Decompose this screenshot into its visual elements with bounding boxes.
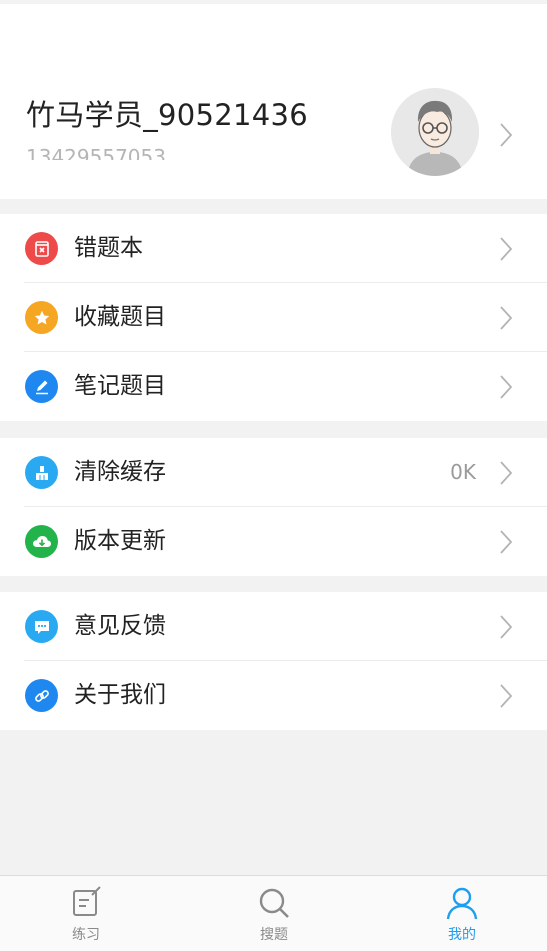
chevron-right-icon bbox=[500, 684, 513, 708]
menu-item-label: 关于我们 bbox=[74, 682, 166, 708]
menu-item-label: 意见反馈 bbox=[74, 613, 166, 639]
menu-group-study: 错题本 收藏题目 笔记题目 bbox=[0, 214, 547, 421]
avatar[interactable] bbox=[391, 88, 479, 176]
menu-item-label: 清除缓存 bbox=[74, 459, 166, 485]
chat-icon bbox=[25, 610, 58, 643]
wrong-book-icon bbox=[25, 232, 58, 265]
user-icon bbox=[446, 887, 478, 920]
menu-item-label: 错题本 bbox=[74, 235, 143, 261]
tab-practice[interactable]: 练习 bbox=[26, 876, 146, 951]
chevron-right-icon bbox=[500, 615, 513, 639]
phone-number: 13429557053 bbox=[26, 145, 166, 160]
broom-icon bbox=[25, 456, 58, 489]
chevron-right-icon bbox=[500, 375, 513, 399]
chevron-right-icon bbox=[500, 530, 513, 554]
menu-item-favorites[interactable]: 收藏题目 bbox=[0, 283, 547, 352]
menu-item-about-us[interactable]: 关于我们 bbox=[0, 661, 547, 730]
avatar-illustration bbox=[391, 88, 479, 176]
menu-item-notes[interactable]: 笔记题目 bbox=[0, 352, 547, 421]
chevron-right-icon bbox=[500, 306, 513, 330]
tab-label: 练习 bbox=[72, 927, 100, 943]
chevron-right-icon bbox=[500, 237, 513, 261]
menu-item-label: 笔记题目 bbox=[74, 373, 166, 399]
menu-item-label: 收藏题目 bbox=[74, 304, 166, 330]
tab-label: 搜题 bbox=[260, 927, 288, 943]
menu-group-system: 清除缓存 0K 版本更新 bbox=[0, 438, 547, 576]
chevron-right-icon bbox=[500, 461, 513, 485]
chevron-right-icon bbox=[500, 123, 513, 147]
menu-group-about: 意见反馈 关于我们 bbox=[0, 592, 547, 730]
menu-item-label: 版本更新 bbox=[74, 528, 166, 554]
profile-card[interactable]: 竹马学员_90521436 13429557053 bbox=[0, 4, 547, 199]
menu-item-wrong-book[interactable]: 错题本 bbox=[0, 214, 547, 283]
menu-item-feedback[interactable]: 意见反馈 bbox=[0, 592, 547, 661]
tab-mine[interactable]: 我的 bbox=[402, 876, 522, 951]
search-icon bbox=[259, 888, 289, 918]
menu-item-clear-cache[interactable]: 清除缓存 0K bbox=[0, 438, 547, 507]
star-icon bbox=[25, 301, 58, 334]
tab-label: 我的 bbox=[448, 927, 476, 943]
pencil-icon bbox=[25, 370, 58, 403]
edit-icon bbox=[73, 886, 101, 916]
tab-search[interactable]: 搜题 bbox=[214, 876, 334, 951]
cache-size: 0K bbox=[450, 460, 476, 484]
bottom-tab-bar: 练习 搜题 我的 bbox=[0, 875, 547, 951]
cloud-download-icon bbox=[25, 525, 58, 558]
link-icon bbox=[25, 679, 58, 712]
menu-item-version-update[interactable]: 版本更新 bbox=[0, 507, 547, 576]
username: 竹马学员_90521436 bbox=[26, 98, 309, 132]
